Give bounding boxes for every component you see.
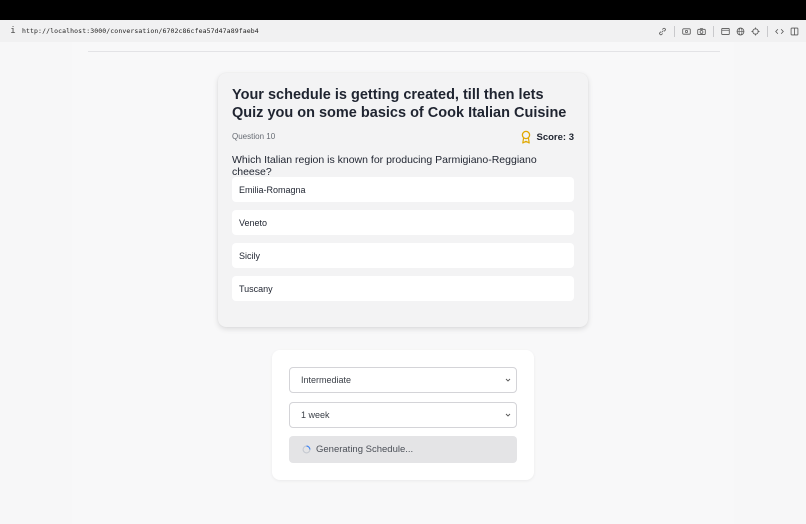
duration-select[interactable]: 1 week	[289, 402, 517, 428]
os-top-bar	[0, 0, 806, 20]
quiz-card: Your schedule is getting created, till t…	[218, 73, 588, 327]
schedule-settings-card: Intermediate 1 week Generating Schedule.…	[272, 350, 534, 480]
url-text[interactable]: http://localhost:3000/conversation/6702c…	[22, 27, 259, 35]
quiz-title: Your schedule is getting created, till t…	[232, 87, 567, 121]
split-view-icon[interactable]	[787, 24, 802, 38]
question-number: Question 10	[232, 132, 276, 141]
browser-toolbar	[655, 20, 802, 42]
camera-icon[interactable]	[694, 24, 709, 38]
dollar-icon[interactable]	[679, 24, 694, 38]
link-icon[interactable]	[655, 24, 670, 38]
chevron-down-icon	[504, 376, 512, 384]
question-text: Which Italian region is known for produc…	[232, 154, 537, 178]
award-icon	[520, 130, 532, 144]
crosshair-icon[interactable]	[748, 24, 763, 38]
answer-option[interactable]: Sicily	[232, 243, 574, 268]
globe-icon[interactable]	[733, 24, 748, 38]
toolbar-divider	[767, 25, 768, 37]
generate-button-label: Generating Schedule...	[316, 444, 414, 455]
toolbar-divider	[713, 25, 714, 37]
toolbar-divider	[674, 25, 675, 37]
duration-select-value: 1 week	[301, 410, 330, 420]
window-icon[interactable]	[718, 24, 733, 38]
level-select-value: Intermediate	[301, 375, 352, 385]
answer-option[interactable]: Veneto	[232, 210, 574, 235]
chevron-down-icon	[504, 411, 512, 419]
loading-spinner-icon	[302, 445, 311, 454]
answer-option[interactable]: Tuscany	[232, 276, 574, 301]
browser-address-bar[interactable]: i http://localhost:3000/conversation/670…	[0, 20, 806, 42]
generate-schedule-button[interactable]: Generating Schedule...	[289, 436, 517, 463]
level-select[interactable]: Intermediate	[289, 367, 517, 393]
score-display: Score: 3	[520, 130, 575, 144]
score-text: Score: 3	[536, 131, 575, 143]
answer-option[interactable]: Emilia-Romagna	[232, 177, 574, 202]
header-divider	[88, 51, 720, 52]
info-icon[interactable]: i	[6, 26, 20, 36]
code-icon[interactable]	[772, 24, 787, 38]
